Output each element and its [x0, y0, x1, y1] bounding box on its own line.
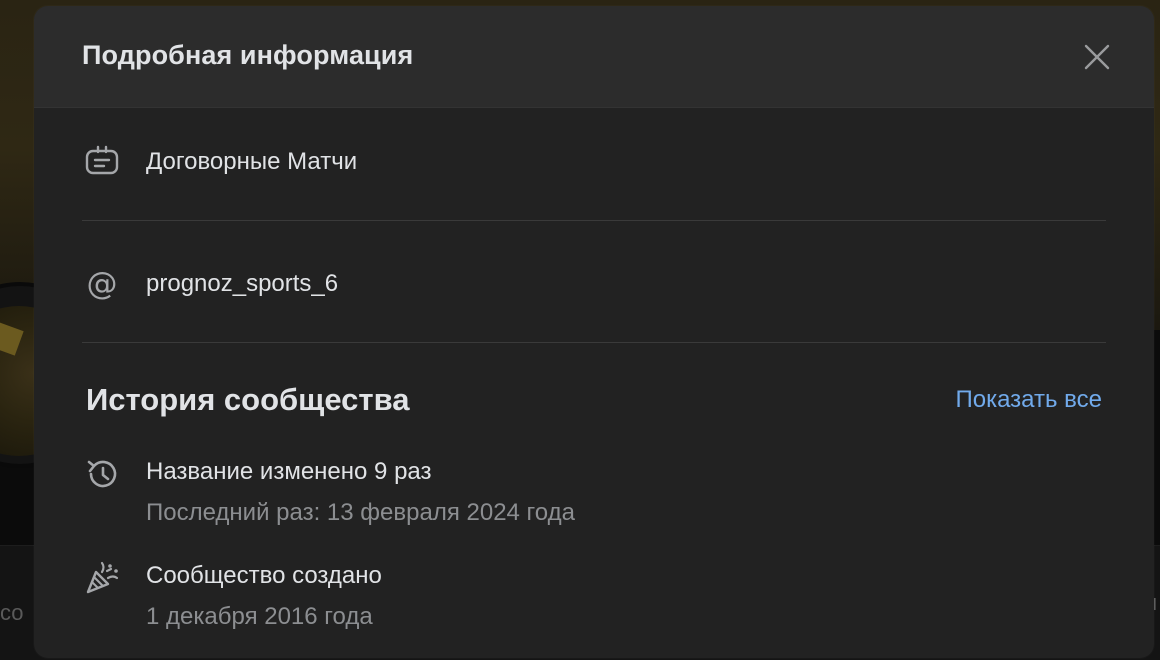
- history-item-subtitle: Последний раз: 13 февраля 2024 года: [146, 499, 575, 526]
- history-item-title: Сообщество создано: [146, 562, 382, 589]
- history-icon: [87, 460, 117, 488]
- category-label: Договорные Матчи: [146, 148, 358, 175]
- history-item-renamed: Название изменено 9 раз Последний раз: 1…: [82, 454, 1106, 534]
- modal-title: Подробная информация: [82, 40, 414, 70]
- handle-row[interactable]: @ prognoz_sports_6: [82, 264, 1106, 304]
- close-icon: [1084, 44, 1110, 70]
- history-item-subtitle: 1 декабря 2016 года: [146, 603, 373, 630]
- svg-text:@: @: [87, 266, 118, 302]
- history-title: История сообщества: [86, 382, 410, 417]
- background-text-left: со: [0, 600, 24, 625]
- modal-header: Подробная информация: [34, 6, 1154, 108]
- close-button[interactable]: [1080, 40, 1114, 74]
- divider: [82, 342, 1106, 343]
- party-popper-icon: [86, 561, 119, 594]
- history-item-title: Название изменено 9 раз: [146, 458, 432, 485]
- at-sign-icon: @: [87, 266, 118, 302]
- category-icon: [85, 145, 119, 175]
- divider: [82, 220, 1106, 221]
- handle-label: prognoz_sports_6: [146, 270, 339, 297]
- details-modal: Подробная информация Договорные Матчи @ …: [34, 6, 1154, 658]
- category-row: Договорные Матчи: [82, 142, 1106, 182]
- show-all-link[interactable]: Показать все: [955, 386, 1102, 414]
- history-item-created: Сообщество создано 1 декабря 2016 года: [82, 558, 1106, 638]
